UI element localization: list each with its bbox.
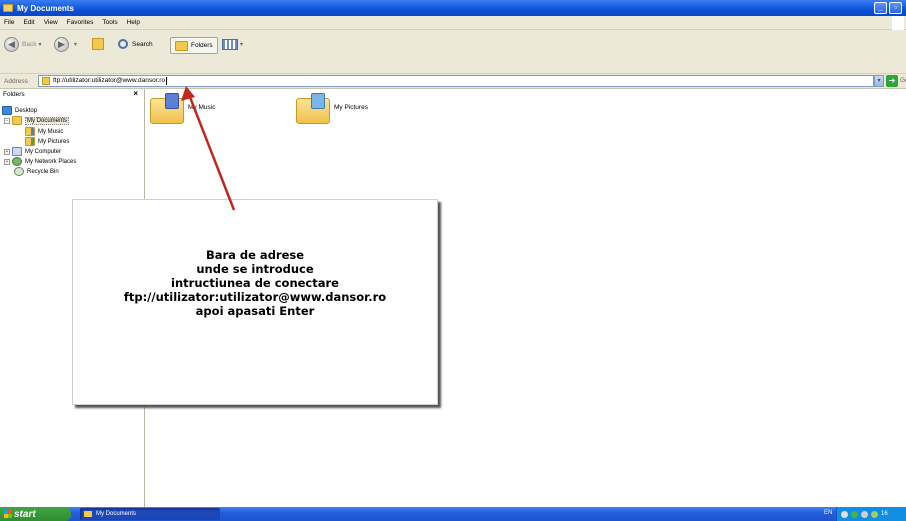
tree-item-my-computer[interactable]: + My Computer	[4, 147, 61, 156]
title-bar[interactable]: My Documents _ ▫	[0, 0, 906, 16]
folder-my-pictures[interactable]: My Pictures	[296, 93, 368, 124]
tree-item-label: My Music	[38, 128, 64, 135]
pictures-folder-icon	[296, 93, 330, 124]
menu-favorites[interactable]: Favorites	[67, 19, 94, 26]
callout-line: unde se introduce	[196, 262, 314, 276]
back-label: Back	[22, 41, 37, 48]
address-input[interactable]: ftp://utilizator:utilizator@www.dansor.r…	[38, 75, 874, 87]
music-folder-icon	[150, 93, 184, 124]
back-arrow-icon: ◀	[4, 37, 19, 52]
up-folder-button[interactable]	[92, 38, 107, 50]
my-documents-icon	[12, 116, 22, 125]
up-folder-icon	[92, 38, 104, 50]
instruction-callout: Bara de adrese unde se introduce intruct…	[72, 199, 438, 405]
desktop-icon	[2, 106, 12, 115]
menu-file[interactable]: File	[4, 19, 14, 26]
address-value: ftp://utilizator:utilizator@www.dansor.r…	[53, 77, 166, 84]
folder-label: My Pictures	[334, 104, 368, 111]
window-title: My Documents	[17, 3, 74, 13]
back-dropdown-icon[interactable]: ▾	[38, 41, 41, 48]
folder-icon	[84, 511, 92, 517]
taskbar-item-label: My Documents	[96, 511, 137, 517]
music-folder-icon	[25, 127, 35, 136]
menu-help[interactable]: Help	[127, 19, 140, 26]
computer-icon	[12, 147, 22, 156]
close-icon[interactable]: ×	[133, 89, 138, 98]
views-icon	[222, 39, 238, 50]
volume-tray-icon[interactable]	[861, 510, 868, 518]
text-caret	[166, 77, 168, 85]
screen: My Documents _ ▫ File Edit View Favorite…	[0, 0, 906, 521]
windows-logo-icon	[892, 16, 904, 30]
tree-item-label: My Documents	[25, 116, 70, 125]
search-label: Search	[132, 40, 153, 48]
menu-tools[interactable]: Tools	[102, 19, 117, 26]
folders-pane-title: Folders	[3, 91, 25, 98]
maximize-button[interactable]: ▫	[889, 2, 902, 14]
callout-line: Bara de adrese	[205, 248, 305, 262]
go-button[interactable]: ➔	[886, 75, 898, 87]
expand-icon[interactable]: +	[4, 158, 10, 165]
views-button[interactable]: ▾	[222, 39, 243, 50]
search-button[interactable]: Search	[118, 39, 153, 49]
tree-item-desktop[interactable]: Desktop	[2, 106, 37, 115]
tray-icon[interactable]	[841, 510, 848, 518]
address-label: Address	[4, 77, 28, 85]
tree-item-label: My Network Places	[25, 158, 77, 165]
tree-item-label: My Computer	[25, 148, 62, 155]
windows-flag-icon	[4, 510, 12, 518]
clock: 16	[881, 511, 888, 517]
folders-pane-header: Folders ×	[0, 89, 144, 100]
taskbar-item-my-documents[interactable]: My Documents	[80, 508, 220, 520]
views-dropdown-icon[interactable]: ▾	[240, 41, 243, 48]
tree-item-label: My Pictures	[38, 138, 70, 145]
folders-icon	[175, 40, 188, 51]
address-dropdown-button[interactable]: ▾	[874, 75, 884, 87]
callout-line: intructiunea de conectare	[171, 276, 339, 290]
recycle-bin-icon	[14, 167, 24, 176]
expand-icon[interactable]: +	[4, 148, 10, 155]
tree-item-recycle-bin[interactable]: Recycle Bin	[14, 167, 59, 176]
address-folder-icon	[42, 77, 50, 85]
network-tray-icon[interactable]	[851, 510, 858, 518]
folder-my-music[interactable]: My Music	[150, 93, 216, 124]
language-indicator[interactable]: EN	[824, 510, 832, 516]
folders-button[interactable]: Folders	[170, 37, 218, 54]
forward-button[interactable]: ▶ ▾	[54, 37, 77, 52]
tree-item-my-documents[interactable]: − My Documents	[4, 116, 70, 125]
system-tray: 16	[836, 507, 906, 521]
tree-item-my-network-places[interactable]: + My Network Places	[4, 157, 76, 166]
menu-edit[interactable]: Edit	[23, 19, 34, 26]
tree-item-my-music[interactable]: My Music	[25, 127, 63, 136]
folders-label: Folders	[191, 42, 213, 49]
pictures-folder-icon	[25, 137, 35, 146]
start-button[interactable]: start	[0, 507, 71, 521]
go-label[interactable]: Go	[900, 77, 906, 84]
folder-icon	[3, 4, 13, 12]
back-button[interactable]: ◀ Back ▾	[4, 37, 41, 52]
forward-dropdown-icon[interactable]: ▾	[74, 41, 77, 48]
tree-item-my-pictures[interactable]: My Pictures	[25, 137, 69, 146]
callout-line: apoi apasati Enter	[195, 304, 315, 318]
tree-item-label: Desktop	[15, 107, 38, 114]
callout-line: ftp://utilizator:utilizator@www.dansor.r…	[123, 290, 387, 304]
taskbar: start My Documents EN 16	[0, 507, 906, 521]
minimize-button[interactable]: _	[874, 2, 887, 14]
tree-item-label: Recycle Bin	[27, 168, 59, 175]
network-icon	[12, 157, 22, 166]
search-icon	[118, 39, 128, 49]
collapse-icon[interactable]: −	[4, 117, 10, 124]
forward-arrow-icon: ▶	[54, 37, 69, 52]
security-tray-icon[interactable]	[871, 510, 878, 518]
start-label: start	[14, 508, 36, 520]
toolbar: ◀ Back ▾ ▶ ▾ Search Folders ▾	[0, 30, 906, 74]
address-bar: Address ftp://utilizator:utilizator@www.…	[0, 74, 906, 89]
menu-view[interactable]: View	[44, 19, 58, 26]
menu-bar: File Edit View Favorites Tools Help	[0, 16, 906, 30]
folder-label: My Music	[188, 104, 216, 111]
